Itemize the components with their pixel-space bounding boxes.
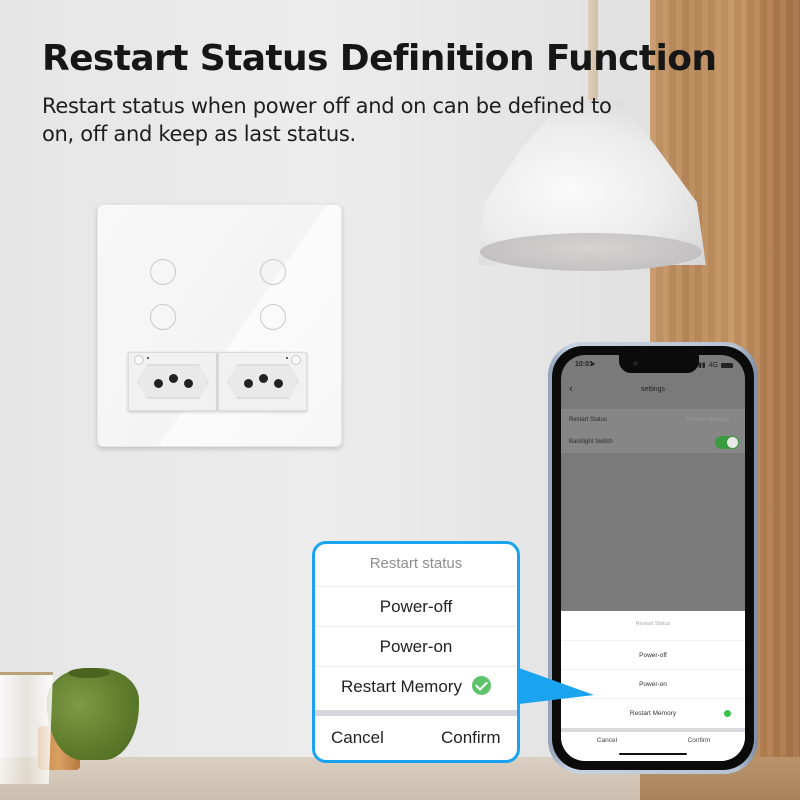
sheet-confirm-button[interactable]: Confirm: [653, 737, 745, 744]
callout-option-power-on[interactable]: Power-on: [315, 626, 517, 666]
touch-button-1[interactable]: [150, 259, 176, 285]
check-circle-icon: [471, 676, 491, 696]
home-indicator: [619, 753, 687, 755]
settings-list: Restart Status Restart Memory › Backligh…: [561, 409, 745, 453]
row-label: Backlight Switch: [569, 439, 613, 445]
touch-button-2[interactable]: [260, 259, 286, 285]
touch-button-4[interactable]: [260, 304, 286, 330]
outlet-pin: [274, 379, 283, 388]
settings-row-restart-status[interactable]: Restart Status Restart Memory ›: [561, 409, 745, 431]
phone-notch: [619, 355, 699, 373]
option-label: Power-off: [639, 652, 667, 659]
option-label: Power-off: [379, 597, 453, 616]
page-subtitle: Restart status when power off and on can…: [42, 94, 612, 146]
callout-cancel-button[interactable]: Cancel: [331, 728, 384, 748]
outlet-pin: [259, 374, 268, 383]
outlet-pin: [184, 379, 193, 388]
callout-option-restart-memory[interactable]: Restart Memory: [315, 666, 517, 706]
outlet-pin: [169, 374, 178, 383]
option-label: Power-on: [379, 637, 453, 656]
location-arrow-icon: ➤: [590, 361, 596, 368]
sheet-divider: [561, 728, 745, 732]
sheet-cancel-button[interactable]: Cancel: [561, 737, 653, 744]
lamp-rim: [480, 233, 702, 271]
option-label: Restart Memory: [629, 710, 677, 717]
network-label: 4G: [708, 361, 718, 369]
outlet-face: [227, 364, 299, 399]
outlet-led: [286, 357, 288, 359]
outlet-pin: [154, 379, 163, 388]
nav-bar: ‹ settings: [561, 381, 745, 401]
camera-icon: [633, 361, 638, 366]
callout-confirm-button[interactable]: Confirm: [441, 728, 501, 748]
callout-option-power-off[interactable]: Power-off: [315, 586, 517, 626]
signal-icon: ▮▮: [697, 362, 706, 369]
sheet-title: Restart Status: [635, 621, 671, 627]
callout-restart-status: Restart status Power-off Power-on Restar…: [312, 541, 520, 763]
power-outlet-2: [218, 352, 307, 411]
nav-title: settings: [640, 386, 666, 393]
option-label: Restart Memory: [341, 677, 462, 696]
chevron-right-icon: ›: [734, 416, 737, 423]
outlet-led: [147, 357, 149, 359]
status-indicators: ▮▮ 4G: [698, 361, 733, 369]
backlight-toggle[interactable]: [715, 436, 739, 449]
phone-screen: 10:01 ➤ ▮▮ 4G ‹ settings Restart Status …: [561, 355, 745, 761]
row-value: Restart Memory: [686, 417, 729, 423]
vase-neck: [68, 668, 110, 678]
outlet-face: [137, 364, 209, 399]
row-label: Restart Status: [569, 417, 608, 423]
settings-row-backlight-switch: Backlight Switch: [561, 431, 745, 453]
page-title: Restart Status Definition Function: [42, 38, 717, 79]
callout-divider: [315, 710, 517, 716]
outlet-indicator-button: [291, 355, 301, 365]
glass-cup: [0, 672, 53, 784]
option-label: Power-on: [639, 681, 667, 688]
power-outlet-1: [128, 352, 217, 411]
restart-status-sheet: Restart Status Power-off Power-on Restar…: [561, 611, 745, 761]
outlet-indicator-button: [134, 355, 144, 365]
sheet-option-power-off[interactable]: Power-off: [561, 640, 745, 669]
green-vase: [47, 668, 139, 760]
smartphone: 10:01 ➤ ▮▮ 4G ‹ settings Restart Status …: [548, 342, 758, 774]
battery-icon: [721, 362, 733, 368]
smart-switch-panel: [97, 204, 342, 447]
sheet-option-restart-memory[interactable]: Restart Memory: [561, 698, 745, 727]
callout-title: Restart status: [369, 555, 463, 572]
toggle-knob: [727, 437, 738, 448]
check-icon: [724, 710, 731, 717]
touch-button-3[interactable]: [150, 304, 176, 330]
outlet-pin: [244, 379, 253, 388]
